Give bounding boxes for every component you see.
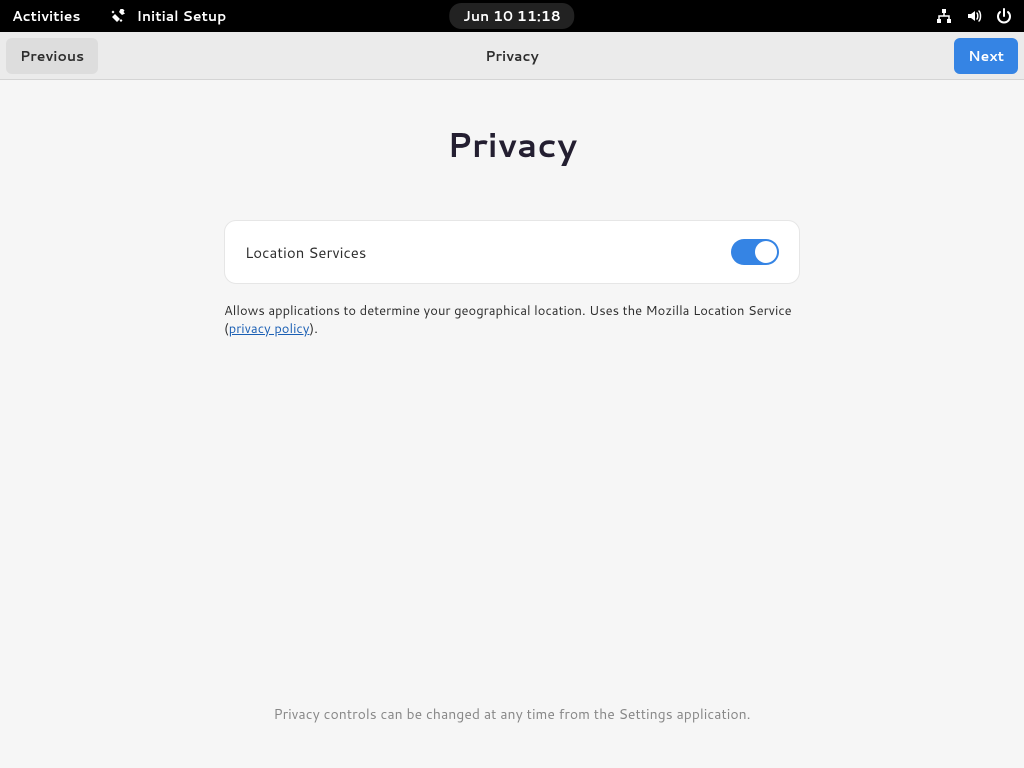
- setup-app-icon: [110, 8, 126, 24]
- power-icon[interactable]: [996, 8, 1012, 24]
- toggle-knob: [755, 241, 777, 263]
- privacy-policy-link[interactable]: privacy policy: [229, 320, 310, 338]
- clock[interactable]: Jun 10 11:18: [449, 3, 574, 29]
- network-icon[interactable]: [936, 8, 952, 24]
- location-services-toggle[interactable]: [731, 239, 779, 265]
- location-services-description: Allows applications to determine your ge…: [224, 302, 800, 338]
- description-text-after: ).: [309, 320, 317, 338]
- active-app-indicator[interactable]: Initial Setup: [110, 6, 226, 26]
- top-bar-right: [936, 8, 1012, 24]
- top-bar: Activities Initial Setup Jun 10 11:18: [0, 0, 1024, 32]
- location-services-row: Location Services: [224, 220, 800, 284]
- location-services-label: Location Services: [245, 242, 366, 263]
- page-title: Privacy: [447, 120, 577, 168]
- footer-note: Privacy controls can be changed at any t…: [0, 704, 1024, 724]
- activities-button[interactable]: Activities: [12, 6, 80, 26]
- content-area: Privacy Location Services Allows applica…: [0, 80, 1024, 338]
- volume-icon[interactable]: [966, 8, 982, 24]
- active-app-name: Initial Setup: [136, 6, 226, 26]
- previous-button[interactable]: Previous: [6, 38, 98, 74]
- top-bar-left: Activities Initial Setup: [12, 6, 226, 26]
- header-title: Privacy: [485, 46, 539, 66]
- header-bar: Previous Privacy Next: [0, 32, 1024, 80]
- next-button[interactable]: Next: [954, 38, 1018, 74]
